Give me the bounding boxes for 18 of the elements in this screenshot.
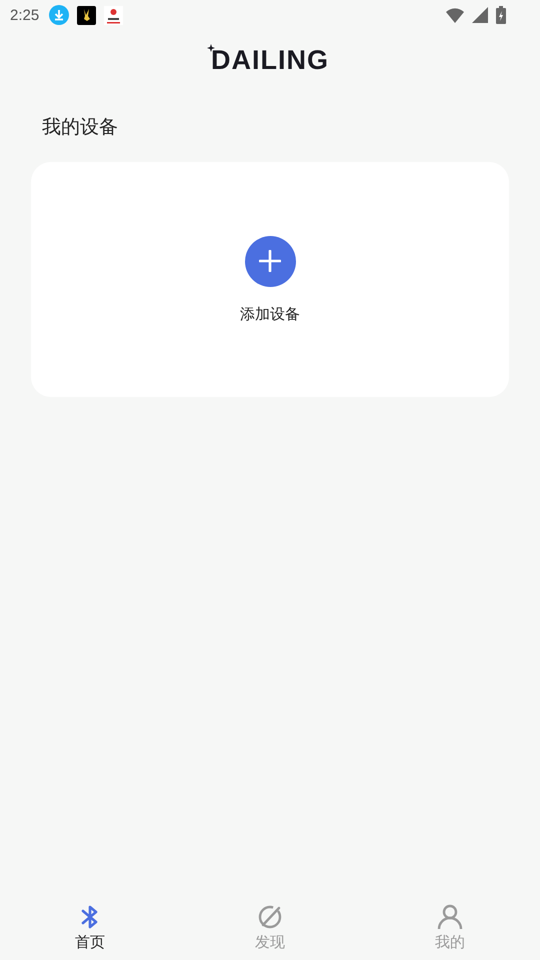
- sparkle-icon: [207, 44, 215, 52]
- battery-icon: [496, 6, 506, 24]
- logo: DAILING: [211, 44, 329, 76]
- rabbit-icon: [77, 6, 96, 24]
- nav-tab[interactable]: 发现: [180, 898, 360, 960]
- nav-tab[interactable]: 我的: [360, 898, 540, 960]
- wifi-icon: [446, 7, 464, 23]
- add-device-label: 添加设备: [240, 304, 300, 324]
- person-icon: [437, 904, 463, 930]
- download-icon: [49, 5, 70, 25]
- app-icon: [104, 6, 124, 24]
- plus-icon: [259, 250, 281, 272]
- planet-icon: [257, 904, 283, 930]
- section-title: 我的设备: [42, 115, 119, 140]
- status-time: 2:25: [10, 6, 40, 24]
- bluetooth-icon: [80, 904, 100, 930]
- nav-tab[interactable]: 首页: [0, 898, 180, 960]
- signal-icon: [472, 7, 488, 23]
